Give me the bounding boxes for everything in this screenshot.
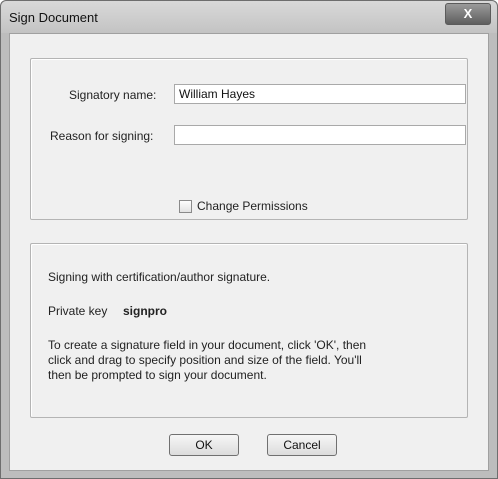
close-button[interactable]: X (445, 3, 491, 25)
instructions-line-1: To create a signature field in your docu… (48, 338, 367, 352)
signature-info-group: Signing with certification/author signat… (30, 243, 468, 418)
ok-button[interactable]: OK (169, 434, 239, 456)
dialog-body: Signatory name: Reason for signing: Chan… (9, 33, 489, 471)
change-permissions-label[interactable]: Change Permissions (197, 199, 308, 213)
signatory-name-field[interactable] (174, 84, 466, 104)
cancel-button[interactable]: Cancel (267, 434, 337, 456)
reason-for-signing-field[interactable] (174, 125, 466, 145)
change-permissions-checkbox[interactable] (179, 200, 192, 213)
sign-document-dialog: Sign Document X Signatory name: Reason f… (0, 0, 498, 479)
instructions-line-3: then be prompted to sign your document. (48, 368, 267, 382)
title-bar[interactable]: Sign Document X (1, 1, 497, 33)
signing-method-text: Signing with certification/author signat… (48, 270, 271, 284)
signatory-name-label: Signatory name: (69, 88, 157, 102)
signature-details-group: Signatory name: Reason for signing: Chan… (30, 58, 468, 220)
instructions-line-2: click and drag to specify position and s… (48, 353, 362, 367)
dialog-title: Sign Document (9, 10, 98, 25)
reason-for-signing-label: Reason for signing: (50, 129, 154, 143)
close-icon: X (463, 6, 473, 21)
private-key-label: Private key (48, 304, 108, 318)
private-key-value: signpro (123, 304, 167, 318)
